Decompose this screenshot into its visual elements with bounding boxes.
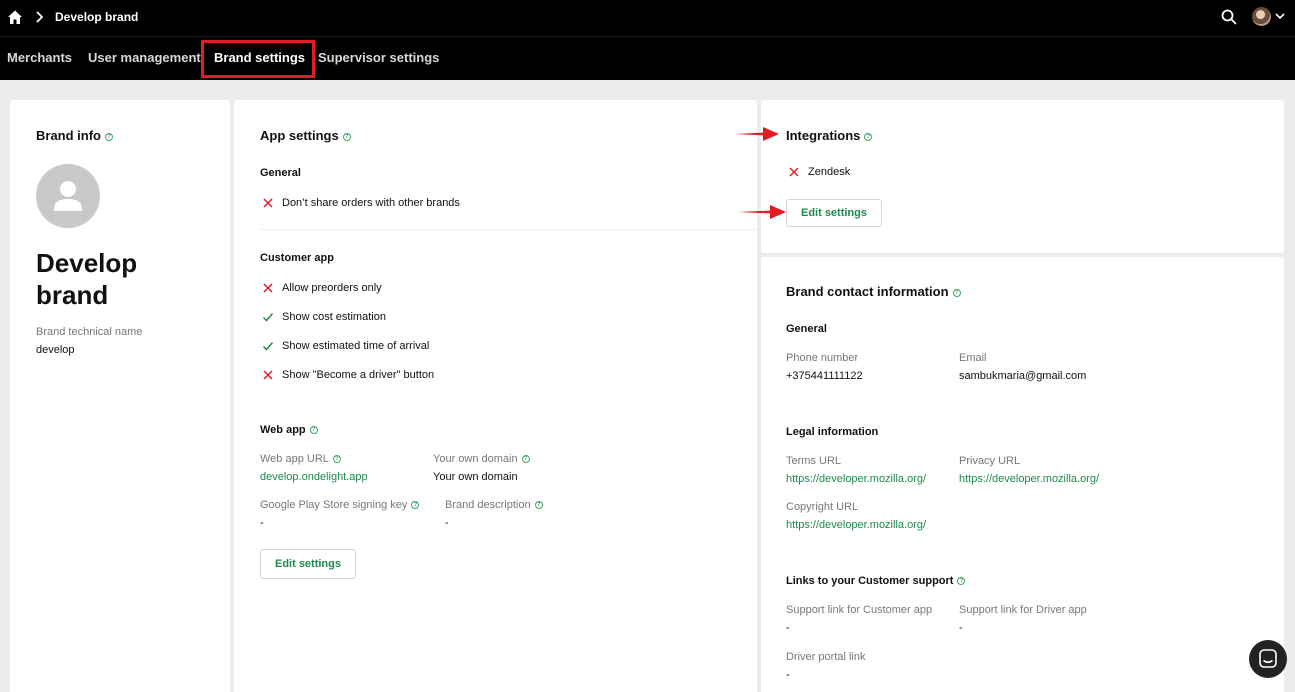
help-icon[interactable]: ? [952, 288, 961, 297]
check-icon [262, 313, 274, 322]
customer-app-title: Customer app [260, 252, 334, 264]
home-icon[interactable] [6, 8, 24, 26]
integration-zendesk: Zendesk [808, 166, 851, 178]
driver-portal-label: Driver portal link [786, 651, 866, 663]
brand-tech-name-value: develop [36, 344, 75, 356]
terms-url-label: Terms URL [786, 455, 842, 467]
setting-cost-estimation: Show cost estimation [282, 311, 386, 323]
privacy-url-link[interactable]: https://developer.mozilla.org/ [959, 473, 1099, 485]
cross-icon [263, 198, 273, 208]
brand-name-line1: Develop [36, 248, 138, 278]
privacy-url-label: Privacy URL [959, 455, 1021, 467]
own-domain-label: Your own domain? [433, 453, 530, 465]
copyright-url-label: Copyright URL [786, 501, 859, 513]
app-edit-settings-button[interactable]: Edit settings [260, 549, 356, 579]
setting-eta: Show estimated time of arrival [282, 340, 430, 352]
contact-title: Brand contact information? [786, 284, 961, 299]
phone-label: Phone number [786, 352, 859, 364]
help-icon[interactable]: ? [957, 577, 966, 586]
web-app-url-link[interactable]: develop.ondelight.app [260, 471, 368, 483]
terms-url-link[interactable]: https://developer.mozilla.org/ [786, 473, 926, 485]
help-icon[interactable]: ? [411, 501, 420, 510]
integrations-edit-settings-button[interactable]: Edit settings [786, 199, 882, 227]
chat-button[interactable] [1249, 640, 1287, 678]
app-settings-card [234, 100, 757, 692]
email-value: sambukmaria@gmail.com [959, 370, 1087, 382]
annotation-arrow [738, 205, 786, 219]
legal-title: Legal information [786, 426, 879, 438]
setting-preorders-only: Allow preorders only [282, 282, 382, 294]
support-driver-value: - [959, 622, 963, 634]
web-app-title: Web app? [260, 424, 318, 436]
web-app-url-label: Web app URL? [260, 453, 341, 465]
tab-user-management[interactable]: User management [88, 50, 201, 65]
support-driver-label: Support link for Driver app [959, 604, 1087, 616]
cross-icon [263, 370, 273, 380]
help-icon[interactable]: ? [864, 132, 873, 141]
support-customer-label: Support link for Customer app [786, 604, 933, 616]
brand-tech-name-label: Brand technical name [36, 326, 143, 338]
driver-portal-value: - [786, 669, 790, 681]
brand-info-title: Brand info? [36, 128, 113, 143]
help-icon[interactable]: ? [342, 132, 351, 141]
breadcrumb-title: Develop brand [55, 10, 139, 24]
brand-description-value: - [445, 517, 449, 529]
app-general-title: General [260, 167, 301, 179]
annotation-arrow [735, 127, 779, 141]
cross-icon [263, 283, 273, 293]
search-icon[interactable] [1220, 8, 1238, 26]
brand-avatar [36, 164, 100, 228]
help-icon[interactable]: ? [534, 501, 543, 510]
top-bar [0, 0, 1295, 36]
section-divider [260, 229, 757, 230]
integrations-title: Integrations? [786, 128, 873, 143]
setting-no-share-orders: Don’t share orders with other brands [282, 197, 460, 209]
app-settings-title: App settings? [260, 128, 351, 143]
chevron-right-icon [36, 11, 44, 23]
cross-icon [789, 167, 799, 177]
brand-description-label: Brand description? [445, 499, 543, 511]
help-icon[interactable]: ? [332, 455, 341, 464]
email-label: Email [959, 352, 987, 364]
gplay-key-value: - [260, 517, 264, 529]
help-icon[interactable]: ? [309, 426, 318, 435]
help-icon[interactable]: ? [105, 132, 113, 141]
check-icon [262, 342, 274, 351]
tab-merchants[interactable]: Merchants [7, 50, 72, 65]
support-customer-value: - [786, 622, 790, 634]
person-icon [54, 181, 82, 211]
brand-name-line2: brand [36, 280, 109, 310]
copyright-url-link[interactable]: https://developer.mozilla.org/ [786, 519, 926, 531]
user-avatar[interactable] [1252, 7, 1271, 26]
chevron-down-icon[interactable] [1274, 11, 1286, 21]
chat-icon [1259, 649, 1277, 668]
phone-value: +375441111122 [786, 370, 863, 382]
setting-become-driver: Show "Become a driver" button [282, 369, 435, 381]
gplay-key-label: Google Play Store signing key? [260, 499, 420, 511]
support-title: Links to your Customer support? [786, 575, 966, 587]
tab-supervisor-settings[interactable]: Supervisor settings [318, 50, 439, 65]
own-domain-value: Your own domain [433, 471, 518, 483]
help-icon[interactable]: ? [521, 455, 530, 464]
tab-highlight-box [201, 40, 315, 78]
contact-general-title: General [786, 323, 827, 335]
